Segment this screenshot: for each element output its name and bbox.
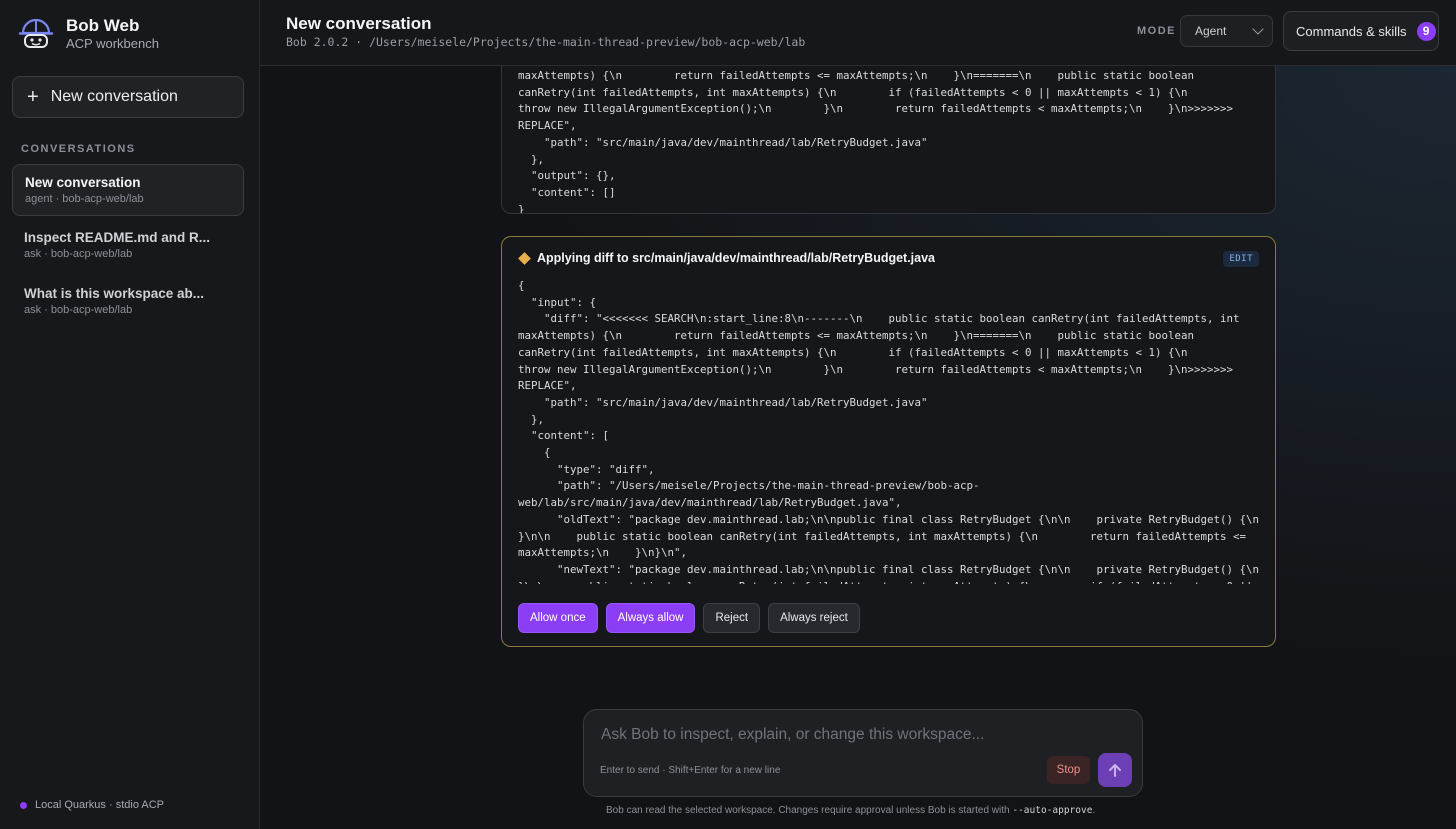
connection-status: Local Quarkus · stdio ACP — [20, 799, 164, 811]
diff-json: { "input": { "diff": "<<<<<<< SEARCH\n:s… — [518, 279, 1260, 584]
composer-hint: Enter to send · Shift+Enter for a new li… — [600, 765, 781, 776]
sidebar: Bob Web ACP workbench + New conversation… — [0, 0, 260, 829]
footer-note: Bob can read the selected workspace. Cha… — [606, 805, 1095, 816]
conversation-meta: ask · bob-acp-web/lab — [24, 248, 133, 260]
stop-button[interactable]: Stop — [1047, 756, 1090, 784]
always-allow-button[interactable]: Always allow — [605, 603, 696, 633]
connection-status-label: Local Quarkus · stdio ACP — [35, 799, 165, 811]
permission-actions: Allow once Always allow Reject Always re… — [518, 603, 860, 633]
new-conversation-button[interactable]: + New conversation — [12, 76, 244, 118]
conversation-title: New conversation — [25, 175, 141, 190]
tool-call-json: maxAttempts) {\n return failedAttempts <… — [518, 69, 1234, 214]
mode-select[interactable]: Agent — [1180, 15, 1273, 47]
conversation-title: Inspect README.md and R... — [24, 230, 211, 245]
new-conversation-label: New conversation — [50, 88, 178, 105]
always-reject-button[interactable]: Always reject — [768, 603, 860, 633]
edit-badge: EDIT — [1223, 251, 1259, 267]
composer: Enter to send · Shift+Enter for a new li… — [583, 709, 1143, 797]
conversation-title: What is this workspace ab... — [24, 286, 205, 301]
allow-once-button[interactable]: Allow once — [518, 603, 598, 633]
conversation-meta: agent · bob-acp-web/lab — [25, 193, 144, 205]
status-dot-icon — [20, 801, 27, 809]
page-title: New conversation — [286, 14, 432, 33]
send-button[interactable] — [1098, 753, 1132, 787]
robot-helmet-icon — [18, 18, 54, 48]
permission-request-header: Applying diff to src/main/java/dev/maint… — [518, 251, 935, 265]
footer-note-text: Bob can read the selected workspace. Cha… — [606, 805, 1010, 816]
reject-button[interactable]: Reject — [703, 603, 761, 633]
commands-skills-label: Commands & skills — [1296, 23, 1407, 39]
page-subtitle: Bob 2.0.2 · /Users/meisele/Projects/the-… — [286, 35, 806, 49]
tool-call-card: maxAttempts) {\n return failedAttempts <… — [501, 66, 1276, 214]
conversations-section-label: CONVERSATIONS — [21, 143, 136, 155]
plus-icon: + — [27, 86, 39, 108]
chevron-down-icon — [1252, 23, 1264, 35]
conversation-item[interactable]: New conversation agent · bob-acp-web/lab — [12, 164, 244, 216]
commands-skills-button[interactable]: Commands & skills 9 — [1283, 11, 1439, 51]
prompt-input[interactable] — [601, 726, 1121, 744]
header: New conversation Bob 2.0.2 · /Users/meis… — [260, 0, 1456, 66]
conversation-meta: ask · bob-acp-web/lab — [24, 304, 133, 316]
diamond-icon — [518, 251, 531, 265]
commands-count-badge: 9 — [1416, 21, 1436, 41]
permission-request-card: Applying diff to src/main/java/dev/maint… — [501, 236, 1276, 647]
mode-value: Agent — [1195, 24, 1227, 38]
brand-title: Bob Web — [66, 16, 140, 35]
footer-note-end: . — [1092, 805, 1096, 816]
brand: Bob Web ACP workbench — [18, 16, 159, 52]
conversation-main: maxAttempts) {\n return failedAttempts <… — [261, 66, 1456, 829]
conversation-item[interactable]: What is this workspace ab... ask · bob-a… — [12, 276, 244, 328]
footer-note-flag: --auto-approve — [1012, 805, 1093, 816]
conversation-item[interactable]: Inspect README.md and R... ask · bob-acp… — [12, 220, 244, 272]
arrow-up-icon — [1109, 764, 1121, 777]
mode-label: MODE — [1137, 25, 1176, 37]
permission-request-title: Applying diff to src/main/java/dev/maint… — [537, 251, 936, 265]
brand-subtitle: ACP workbench — [66, 36, 159, 51]
conversation-list: New conversation agent · bob-acp-web/lab… — [12, 164, 244, 332]
diff-json-scroll[interactable]: { "input": { "diff": "<<<<<<< SEARCH\n:s… — [518, 278, 1263, 584]
